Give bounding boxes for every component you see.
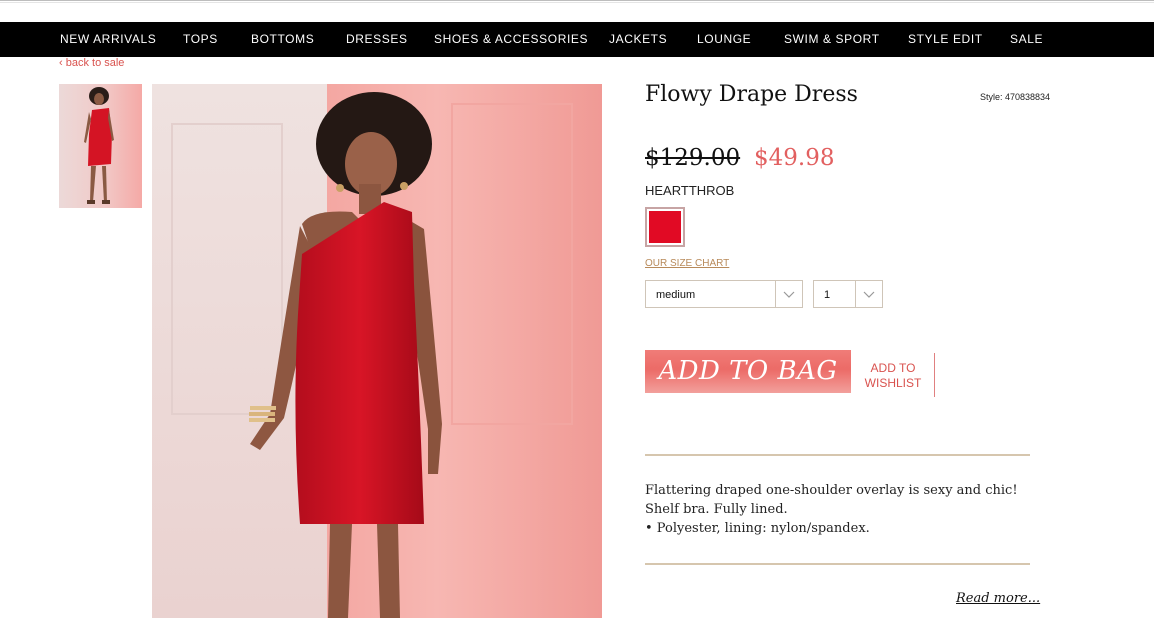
quantity-select-toggle[interactable] (855, 281, 882, 307)
product-title: Flowy Drape Dress (645, 82, 858, 107)
wishlist-label-line2: WISHLIST (864, 376, 922, 390)
nav-item-dresses[interactable]: DRESSES (346, 22, 408, 57)
nav-item-tops[interactable]: TOPS (183, 22, 218, 57)
product-thumbnail[interactable] (59, 84, 142, 208)
chevron-down-icon (863, 291, 875, 298)
size-select-value: medium (656, 289, 696, 301)
nav-item-bottoms[interactable]: BOTTOMS (251, 22, 314, 57)
description-text: Flattering draped one-shoulder overlay i… (645, 483, 1018, 517)
top-border-secondary (0, 2, 1154, 3)
sale-price: $49.98 (754, 145, 835, 171)
color-name: HEARTTHROB (645, 183, 735, 198)
description-divider-bottom (645, 563, 1030, 565)
add-to-bag-button[interactable]: ADD TO BAG (645, 350, 851, 393)
thumbnail-image (59, 84, 142, 208)
quantity-select[interactable]: 1 (813, 280, 883, 308)
description-materials: • Polyester, lining: nylon/spandex. (645, 521, 870, 536)
size-chart-link[interactable]: OUR SIZE CHART (645, 258, 729, 269)
add-to-wishlist-link[interactable]: ADD TO WISHLIST (862, 361, 924, 391)
original-price: $129.00 (645, 145, 741, 171)
nav-item-shoes-accessories[interactable]: SHOES & ACCESSORIES (434, 22, 588, 57)
wishlist-divider (934, 353, 935, 397)
main-nav: NEW ARRIVALS TOPS BOTTOMS DRESSES SHOES … (0, 22, 1154, 57)
nav-item-swim-sport[interactable]: SWIM & SPORT (784, 22, 880, 57)
color-swatch-heartthrob[interactable] (645, 207, 685, 247)
wishlist-label-line1: ADD TO (870, 361, 916, 375)
chevron-down-icon (783, 291, 795, 298)
description-divider-top (645, 454, 1030, 456)
size-select[interactable]: medium (645, 280, 803, 308)
product-main-image (152, 84, 602, 618)
back-to-sale-link[interactable]: ‹ back to sale (59, 57, 124, 69)
model-photo (152, 84, 602, 618)
quantity-select-value: 1 (824, 289, 831, 301)
swatch-fill (649, 211, 681, 243)
nav-item-new-arrivals[interactable]: NEW ARRIVALS (60, 22, 156, 57)
add-to-bag-label: ADD TO BAG (658, 356, 838, 386)
read-more-link[interactable]: Read more... (956, 591, 1040, 606)
nav-item-lounge[interactable]: LOUNGE (697, 22, 751, 57)
product-description: Flattering draped one-shoulder overlay i… (645, 481, 1040, 538)
top-border (0, 0, 1154, 1)
nav-item-sale[interactable]: SALE (1010, 22, 1043, 57)
size-select-toggle[interactable] (775, 281, 802, 307)
style-number: Style: 470838834 (980, 92, 1051, 102)
nav-item-style-edit[interactable]: STYLE EDIT (908, 22, 983, 57)
nav-item-jackets[interactable]: JACKETS (609, 22, 667, 57)
